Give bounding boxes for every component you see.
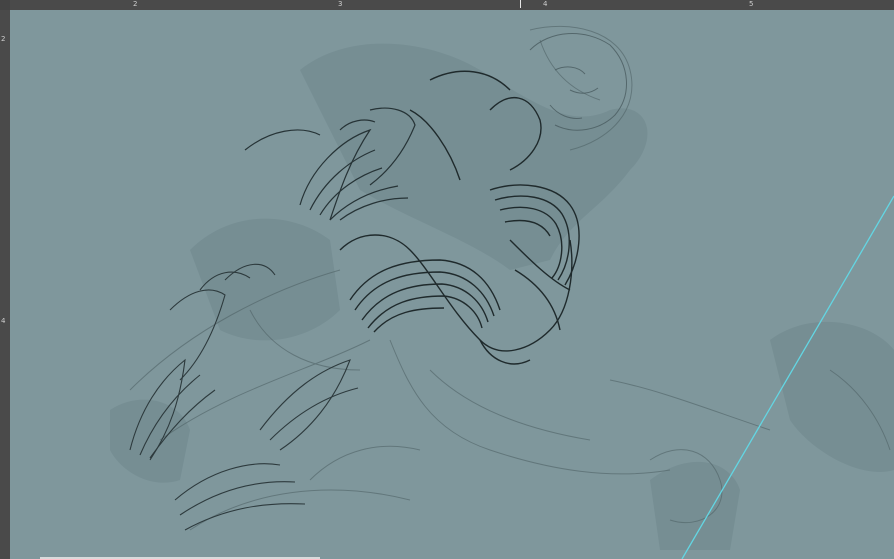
ruler-label-left-4: 4 (1, 317, 6, 325)
ruler-label-2: 2 (133, 0, 138, 8)
ruler-label-5: 5 (749, 0, 754, 8)
drawing-app-window: 2 3 4 5 2 4 (0, 0, 894, 559)
drawing-canvas[interactable] (10, 10, 894, 559)
ruler-label-4: 4 (543, 0, 548, 8)
sketch-artwork (110, 25, 894, 559)
ruler-corner (0, 0, 10, 10)
background-shadow-shapes (110, 43, 894, 550)
ruler-label-left-2: 2 (1, 35, 6, 43)
ruler-label-3: 3 (338, 0, 343, 8)
cursor-position-marker (520, 0, 521, 8)
